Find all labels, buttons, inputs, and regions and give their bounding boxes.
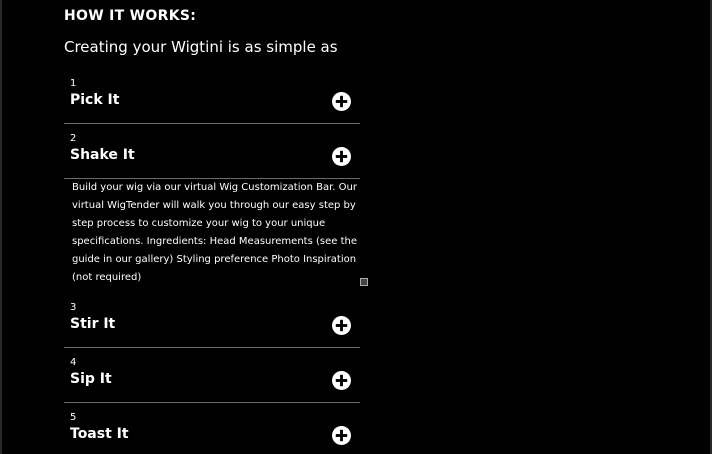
step-title: Shake It [70, 147, 135, 163]
plus-circle-icon[interactable] [332, 426, 351, 445]
step-toast-it[interactable]: 5 Toast It [64, 412, 360, 454]
step-pick-it[interactable]: 1 Pick It [64, 78, 360, 124]
broken-image-icon [360, 278, 368, 286]
step-number: 5 [70, 412, 77, 423]
intro-text: Creating your Wigtini is as simple as [64, 38, 338, 56]
step-number: 1 [70, 78, 77, 89]
step-title: Stir It [70, 316, 116, 332]
step-stir-it[interactable]: 3 Stir It [64, 302, 360, 348]
step-description: Build your wig via our virtual Wig Custo… [72, 182, 357, 283]
step-number: 4 [70, 357, 77, 368]
section-title: HOW IT WORKS: [64, 8, 197, 24]
plus-circle-icon[interactable] [332, 316, 351, 335]
step-title: Toast It [70, 426, 129, 442]
step-title: Pick It [70, 92, 120, 108]
step-sip-it[interactable]: 4 Sip It [64, 357, 360, 403]
page: HOW IT WORKS: Creating your Wigtini is a… [0, 0, 712, 454]
plus-circle-icon[interactable] [332, 147, 351, 166]
plus-circle-icon[interactable] [332, 371, 351, 390]
step-number: 2 [70, 133, 77, 144]
step-number: 3 [70, 302, 77, 313]
step-shake-it[interactable]: 2 Shake It [64, 133, 360, 179]
step-title: Sip It [70, 371, 112, 387]
plus-circle-icon[interactable] [332, 92, 351, 111]
